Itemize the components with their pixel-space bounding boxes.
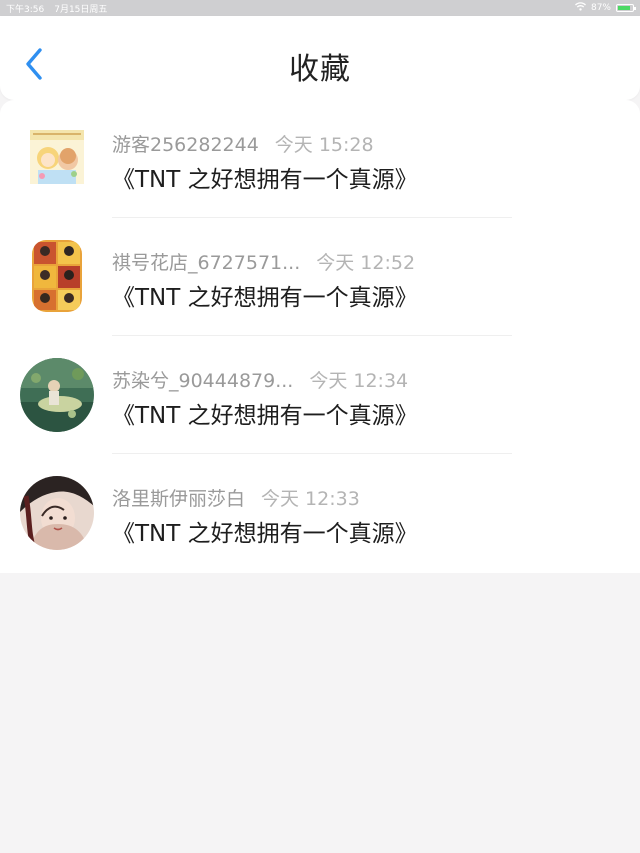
favorites-list: 游客256282244 今天 15:28 《TNT 之好想拥有一个真源》 祺号花… <box>0 100 640 573</box>
item-time: 今天 12:34 <box>309 370 409 392</box>
list-item[interactable]: 洛里斯伊丽莎白 今天 12:33 《TNT 之好想拥有一个真源》 <box>0 454 640 572</box>
item-time: 今天 12:52 <box>316 252 416 274</box>
item-meta: 洛里斯伊丽莎白 今天 12:33 <box>112 484 360 511</box>
item-user[interactable]: 游客256282244 <box>112 134 259 156</box>
item-time: 今天 15:28 <box>274 134 374 156</box>
avatar[interactable] <box>30 130 84 184</box>
list-item[interactable]: 苏染兮_90444879... 今天 12:34 《TNT 之好想拥有一个真源》 <box>0 336 640 454</box>
wifi-icon <box>575 2 586 14</box>
item-user[interactable]: 苏染兮_90444879... <box>112 370 293 392</box>
page-title: 收藏 <box>289 52 351 87</box>
list-item[interactable]: 祺号花店_6727571... 今天 12:52 《TNT 之好想拥有一个真源》 <box>0 218 640 336</box>
status-date: 7月15日周五 <box>54 4 108 15</box>
item-meta: 游客256282244 今天 15:28 <box>112 130 374 157</box>
item-title[interactable]: 《TNT 之好想拥有一个真源》 <box>112 278 418 312</box>
status-time: 下午3:56 <box>6 4 45 15</box>
item-title[interactable]: 《TNT 之好想拥有一个真源》 <box>112 514 418 548</box>
item-title[interactable]: 《TNT 之好想拥有一个真源》 <box>112 396 418 430</box>
item-meta: 苏染兮_90444879... 今天 12:34 <box>112 366 408 393</box>
avatar[interactable] <box>32 240 82 312</box>
battery-icon <box>616 4 636 12</box>
status-bar: 下午3:56 7月15日周五 87% <box>0 0 640 16</box>
item-user[interactable]: 祺号花店_6727571... <box>112 252 300 274</box>
avatar[interactable] <box>20 476 94 550</box>
avatar[interactable] <box>20 358 94 432</box>
battery-level <box>618 6 631 10</box>
item-user[interactable]: 洛里斯伊丽莎白 <box>112 488 245 510</box>
item-time: 今天 12:33 <box>261 488 360 510</box>
battery-percent: 87% <box>590 3 611 13</box>
list-item[interactable]: 游客256282244 今天 15:28 《TNT 之好想拥有一个真源》 <box>0 100 640 218</box>
item-meta: 祺号花店_6727571... 今天 12:52 <box>112 248 415 275</box>
item-title[interactable]: 《TNT 之好想拥有一个真源》 <box>112 160 418 194</box>
nav-header: 收藏 <box>0 16 640 100</box>
